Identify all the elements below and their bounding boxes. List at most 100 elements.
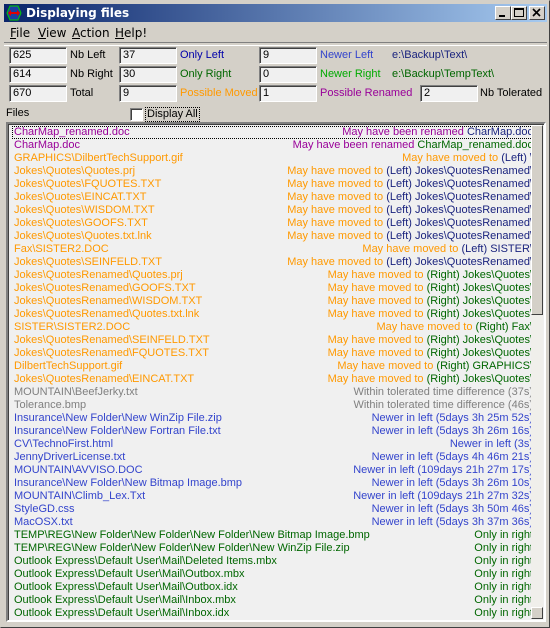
file-name: Jokes\QuotesRenamed\Quotes.txt.lnk xyxy=(14,308,200,320)
file-name: MOUNTAIN\BeefJerky.txt xyxy=(14,386,138,398)
file-name: Insurance\New Folder\New WinZip File.zip xyxy=(14,412,222,424)
file-status: May have moved to (Right) GRAPHICS\ xyxy=(337,360,533,373)
file-row[interactable]: StyleGD.css Newer in left (5days 3h 50m 4… xyxy=(12,503,533,516)
status-text: Newer in left (5days 3h 26m 16s) xyxy=(371,425,533,437)
file-row[interactable]: TEMP\REG\New Folder\New Folder\New Folde… xyxy=(12,542,533,555)
right-path: e:\Backup\TempText\ xyxy=(392,68,495,80)
file-row[interactable]: Tolerance.bmp Within tolerated time diffe… xyxy=(12,399,533,412)
file-row[interactable]: Jokes\QuotesRenamed\WISDOM.TXT May have m… xyxy=(12,295,533,308)
files-list[interactable]: CharMap_renamed.doc May have been renamed… xyxy=(6,122,546,622)
file-row[interactable]: CV\TechnoFirst.html Newer in left (3s) xyxy=(12,438,533,451)
status-text: Within tolerated time difference (46s) xyxy=(353,399,533,411)
file-row[interactable]: Jokes\QuotesRenamed\Quotes.prj May have m… xyxy=(12,269,533,282)
status-text: Newer in left (3s) xyxy=(449,438,533,450)
file-row[interactable]: MacOSX.txt Newer in left (5days 3h 37m 36… xyxy=(12,516,533,529)
file-name: MacOSX.txt xyxy=(14,516,73,528)
file-row[interactable]: Outlook Express\Default User\Mail\Inbox.… xyxy=(12,607,533,620)
file-status: May have moved to (Left) Jokes\QuotesRen… xyxy=(287,217,533,230)
file-row[interactable]: Jokes\Quotes\GOOFS.TXT May have moved to … xyxy=(12,217,533,230)
status-text: May have moved to xyxy=(287,217,387,229)
possible-moved-field: 9 xyxy=(119,85,177,102)
file-row[interactable]: Insurance\New Folder\New Fortran File.tx… xyxy=(12,425,533,438)
maximize-button[interactable] xyxy=(511,6,527,20)
status-text: May have moved to xyxy=(327,347,427,359)
minimize-button[interactable] xyxy=(495,6,511,20)
status-text: May have moved to xyxy=(287,178,387,190)
file-row[interactable]: Outlook Express\Default User\Mail\Outbox… xyxy=(12,581,533,594)
file-row[interactable]: Insurance\New Folder\New WinZip File.zip… xyxy=(12,412,533,425)
file-status: May have moved to (Left) Jokes\QuotesRen… xyxy=(287,204,533,217)
maximize-icon xyxy=(514,8,524,17)
file-row[interactable]: Jokes\Quotes\EINCAT.TXT May have moved to… xyxy=(12,191,533,204)
vertical-scrollbar[interactable] xyxy=(531,125,543,619)
files-label: Files xyxy=(6,107,30,119)
file-row[interactable]: Jokes\QuotesRenamed\GOOFS.TXT May have mo… xyxy=(12,282,533,295)
file-row[interactable]: Fax\SISTER2.DOC May have moved to (Left) … xyxy=(12,243,533,256)
file-row[interactable]: MOUNTAIN\Climb_Lex.Txt Newer in left (109… xyxy=(12,490,533,503)
file-row[interactable]: Jokes\Quotes\Quotes.prj May have moved to… xyxy=(12,165,533,178)
file-row[interactable]: Jokes\QuotesRenamed\EINCAT.TXT May have m… xyxy=(12,373,533,386)
status-text: May have moved to xyxy=(337,360,437,372)
file-status: Only in right xyxy=(474,594,533,607)
display-all-label[interactable]: Display All xyxy=(145,107,200,122)
file-status: Only in right xyxy=(474,542,533,555)
menu-file[interactable]: File xyxy=(10,26,30,40)
status-target: (Right) Jokes\Quotes\ xyxy=(426,295,533,307)
menu-help[interactable]: Help! xyxy=(115,26,147,40)
status-target: (Right) Jokes\Quotes\ xyxy=(426,269,533,281)
menu-view[interactable]: View xyxy=(38,26,66,40)
file-status: Newer in left (5days 3h 37m 36s) xyxy=(372,516,533,529)
file-row[interactable]: SISTER\SISTER2.DOC May have moved to (Rig… xyxy=(12,321,533,334)
menu-action[interactable]: Action xyxy=(72,26,110,40)
file-row[interactable]: Jokes\QuotesRenamed\SEINFELD.TXT May have… xyxy=(12,334,533,347)
close-button[interactable] xyxy=(529,6,545,20)
status-text: Only in right xyxy=(474,542,533,554)
close-icon xyxy=(532,8,541,17)
file-row[interactable]: GRAPHICS\DilbertTechSupport.gif May have … xyxy=(12,152,533,165)
status-target: (Right) Jokes\Quotes\ xyxy=(426,373,533,385)
nb-left-label: Nb Left xyxy=(70,49,106,61)
file-row[interactable]: Jokes\Quotes\Quotes.txt.lnk May have move… xyxy=(12,230,533,243)
display-all-checkbox[interactable] xyxy=(130,108,143,121)
file-row[interactable]: CharMap_renamed.doc May have been renamed… xyxy=(12,126,533,139)
file-status: May have moved to (Left) SISTER\ xyxy=(362,243,533,256)
file-status: Newer in left (5days 3h 26m 16s) xyxy=(372,425,533,438)
file-row[interactable]: Insurance\New Folder\New Bitmap Image.bm… xyxy=(12,477,533,490)
file-row[interactable]: Jokes\QuotesRenamed\Quotes.txt.lnk May ha… xyxy=(12,308,533,321)
file-row[interactable]: Jokes\Quotes\SEINFELD.TXT May have moved … xyxy=(12,256,533,269)
file-row[interactable]: Outlook Express\Default User\Mail\Delete… xyxy=(12,555,533,568)
file-row[interactable]: TEMP\REG\New Folder\New Folder\New Folde… xyxy=(12,529,533,542)
status-text: Newer in left (109days 21h 27m 17s) xyxy=(353,464,533,476)
file-row[interactable]: Jokes\Quotes\FQUOTES.TXT May have moved t… xyxy=(12,178,533,191)
status-text: Within tolerated time difference (37s) xyxy=(353,386,533,398)
status-text: May have moved to xyxy=(402,152,502,164)
file-row[interactable]: DilbertTechSupport.gif May have moved to … xyxy=(12,360,533,373)
status-text: Only in right xyxy=(474,607,533,619)
status-target: (Right) GRAPHICS\ xyxy=(436,360,533,372)
app-icon xyxy=(6,5,22,21)
file-status: Newer in left (5days 3h 26m 10s) xyxy=(372,477,533,490)
file-status: Only in right xyxy=(474,555,533,568)
file-name: Jokes\Quotes\SEINFELD.TXT xyxy=(14,256,162,268)
scrollbar-thumb[interactable] xyxy=(531,125,543,315)
file-row[interactable]: Jokes\QuotesRenamed\FQUOTES.TXT May have … xyxy=(12,347,533,360)
file-name: JennyDriverLicense.txt xyxy=(14,451,126,463)
file-row[interactable]: CharMap.doc May have been renamed CharMap… xyxy=(12,139,533,152)
file-status: Only in right xyxy=(474,529,533,542)
title-bar[interactable]: Displaying files xyxy=(4,4,547,22)
file-row[interactable]: MOUNTAIN\AVVISO.DOC Newer in left (109day… xyxy=(12,464,533,477)
possible-renamed-field: 1 xyxy=(259,85,317,102)
status-text: May have moved to xyxy=(287,256,387,268)
status-text: Newer in left (5days 3h 37m 36s) xyxy=(371,516,533,528)
newer-left-label: Newer Left xyxy=(320,49,374,61)
size-grip[interactable] xyxy=(531,607,543,619)
status-text: Newer in left (109days 21h 27m 32s) xyxy=(353,490,533,502)
nb-right-label: Nb Right xyxy=(70,68,113,80)
nb-tolerated-field[interactable]: 2 xyxy=(420,85,478,102)
file-row[interactable]: Jokes\Quotes\WISDOM.TXT May have moved to… xyxy=(12,204,533,217)
file-name: CharMap.doc xyxy=(14,139,81,151)
file-row[interactable]: JennyDriverLicense.txt Newer in left (5da… xyxy=(12,451,533,464)
file-row[interactable]: MOUNTAIN\BeefJerky.txt Within tolerated t… xyxy=(12,386,533,399)
file-row[interactable]: Outlook Express\Default User\Mail\Outbox… xyxy=(12,568,533,581)
file-row[interactable]: Outlook Express\Default User\Mail\Inbox.… xyxy=(12,594,533,607)
